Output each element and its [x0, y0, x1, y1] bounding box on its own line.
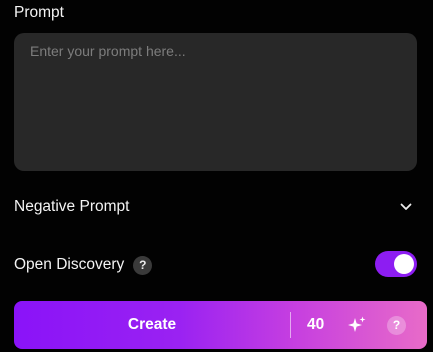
negative-prompt-toggle[interactable]: Negative Prompt	[14, 192, 417, 222]
generation-panel: Prompt Negative Prompt Open Discovery ? …	[0, 0, 433, 352]
chevron-down-icon[interactable]	[397, 198, 415, 216]
open-discovery-label: Open Discovery	[14, 256, 125, 273]
prompt-input[interactable]	[30, 43, 401, 161]
toggle-knob	[394, 254, 414, 274]
prompt-box[interactable]	[14, 33, 417, 171]
credit-count: 40	[307, 316, 325, 333]
credits-help-icon[interactable]: ?	[387, 315, 406, 335]
create-button[interactable]: Create 40 ?	[14, 301, 427, 349]
help-icon[interactable]: ?	[133, 255, 153, 275]
divider	[290, 312, 291, 338]
negative-prompt-label: Negative Prompt	[14, 198, 130, 215]
create-label: Create	[127, 316, 177, 333]
open-discovery-row: Open Discovery ?	[14, 250, 417, 280]
open-discovery-toggle[interactable]	[375, 251, 417, 277]
sparkle-icon	[347, 315, 367, 335]
prompt-label: Prompt	[14, 4, 64, 21]
